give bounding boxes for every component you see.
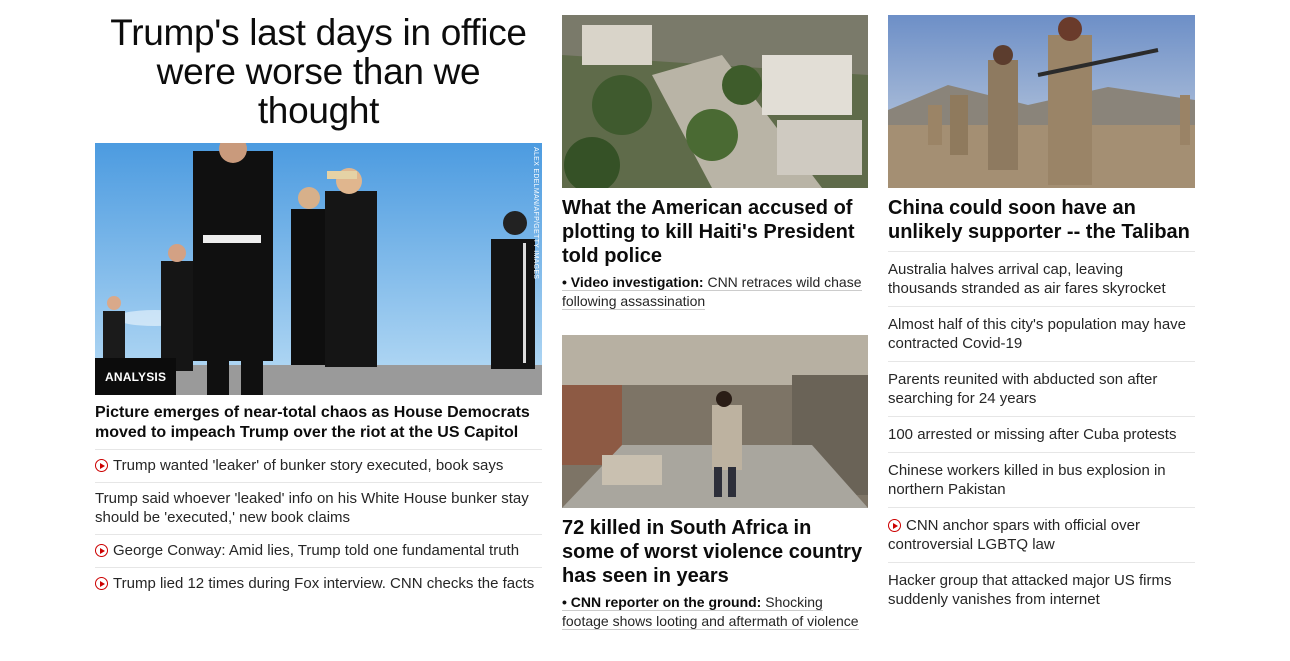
- haiti-photo: [562, 15, 868, 188]
- lead-story-column: Trump's last days in office were worse t…: [95, 0, 542, 600]
- middle-column: What the American accused of plotting to…: [562, 0, 868, 631]
- southafrica-subheadline[interactable]: • CNN reporter on the ground: Shocking f…: [562, 593, 868, 631]
- taliban-headline[interactable]: China could soon have an unlikely suppor…: [888, 196, 1195, 244]
- southafrica-photo-link[interactable]: [562, 335, 868, 508]
- list-item[interactable]: Trump said whoever 'leaked' info on his …: [95, 482, 542, 534]
- southafrica-photo: [562, 335, 868, 508]
- list-item[interactable]: George Conway: Amid lies, Trump told one…: [95, 534, 542, 567]
- list-item-text: Trump lied 12 times during Fox interview…: [113, 575, 535, 592]
- analysis-badge: ANALYSIS: [95, 358, 177, 395]
- play-icon: [95, 544, 108, 557]
- list-item[interactable]: Parents reunited with abducted son after…: [888, 361, 1195, 416]
- lead-headline[interactable]: Trump's last days in office were worse t…: [95, 13, 542, 130]
- list-item-text: Australia halves arrival cap, leaving th…: [888, 261, 1166, 297]
- list-item[interactable]: Trump lied 12 times during Fox interview…: [95, 567, 542, 600]
- list-item-text: Hacker group that attacked major US firm…: [888, 572, 1172, 608]
- taliban-card: China could soon have an unlikely suppor…: [888, 15, 1195, 244]
- southafrica-card: 72 killed in South Africa in some of wor…: [562, 335, 868, 631]
- play-icon: [95, 459, 108, 472]
- list-item-text: Almost half of this city's population ma…: [888, 316, 1187, 352]
- list-item[interactable]: 100 arrested or missing after Cuba prote…: [888, 416, 1195, 452]
- list-item-text: Trump said whoever 'leaked' info on his …: [95, 490, 529, 526]
- list-item[interactable]: Australia halves arrival cap, leaving th…: [888, 251, 1195, 306]
- lead-photo-link[interactable]: ANALYSIS ALEX EDELMAN/AFP/GETTY IMAGES: [95, 143, 542, 395]
- list-item-text: George Conway: Amid lies, Trump told one…: [113, 542, 520, 559]
- southafrica-headline[interactable]: 72 killed in South Africa in some of wor…: [562, 516, 868, 588]
- photo-credit: ALEX EDELMAN/AFP/GETTY IMAGES: [532, 147, 539, 280]
- list-item[interactable]: Almost half of this city's population ma…: [888, 306, 1195, 361]
- list-item-text: CNN anchor spars with official over cont…: [888, 517, 1140, 553]
- haiti-photo-link[interactable]: [562, 15, 868, 188]
- list-item[interactable]: Trump wanted 'leaker' of bunker story ex…: [95, 449, 542, 482]
- play-icon: [95, 577, 108, 590]
- sub-label: • Video investigation:: [562, 274, 704, 290]
- lead-related-list: Trump wanted 'leaker' of bunker story ex…: [95, 449, 542, 600]
- taliban-photo-link[interactable]: [888, 15, 1195, 188]
- sub-label: • CNN reporter on the ground:: [562, 594, 762, 610]
- list-item[interactable]: Chinese workers killed in bus explosion …: [888, 452, 1195, 507]
- right-column-list: Australia halves arrival cap, leaving th…: [888, 251, 1195, 617]
- haiti-headline[interactable]: What the American accused of plotting to…: [562, 196, 868, 268]
- play-icon: [888, 519, 901, 532]
- list-item[interactable]: CNN anchor spars with official over cont…: [888, 507, 1195, 562]
- lead-story-title[interactable]: Picture emerges of near-total chaos as H…: [95, 403, 542, 443]
- list-item[interactable]: Hacker group that attacked major US firm…: [888, 562, 1195, 617]
- taliban-photo: [888, 15, 1195, 188]
- haiti-subheadline[interactable]: • Video investigation: CNN retraces wild…: [562, 273, 868, 311]
- list-item-text: Trump wanted 'leaker' of bunker story ex…: [113, 457, 504, 474]
- list-item-text: Chinese workers killed in bus explosion …: [888, 462, 1166, 498]
- list-item-text: 100 arrested or missing after Cuba prote…: [888, 426, 1177, 443]
- haiti-card: What the American accused of plotting to…: [562, 15, 868, 311]
- list-item-text: Parents reunited with abducted son after…: [888, 371, 1158, 407]
- right-column: China could soon have an unlikely suppor…: [888, 0, 1195, 617]
